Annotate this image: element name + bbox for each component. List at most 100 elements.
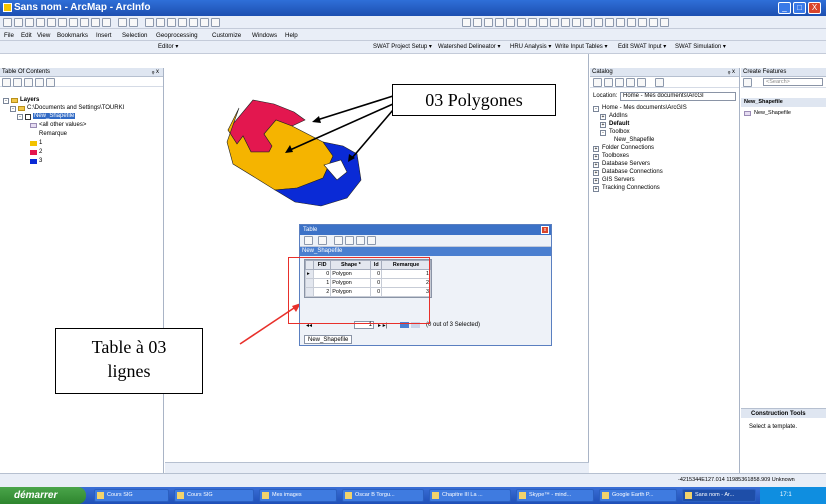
model-builder-icon[interactable] — [211, 18, 220, 27]
back-extent-icon[interactable] — [528, 18, 537, 27]
cut-icon[interactable] — [47, 18, 56, 27]
catalog-toolboxes[interactable]: Toolboxes — [602, 153, 629, 159]
switch-selection-button[interactable] — [345, 236, 354, 245]
home-collapse-toggle[interactable]: - — [593, 106, 599, 112]
layer-path[interactable]: C:\Documents and Settings\TOURKI — [27, 105, 124, 111]
select-by-attributes-button[interactable] — [334, 236, 343, 245]
gis-servers-expand-toggle[interactable]: + — [593, 178, 599, 184]
python-icon[interactable] — [200, 18, 209, 27]
toc-window-icon[interactable] — [156, 18, 165, 27]
catalog-window-icon[interactable] — [167, 18, 176, 27]
menu-geoprocessing[interactable]: Geoprocessing — [156, 32, 198, 39]
addins-expand-toggle[interactable]: + — [600, 114, 606, 120]
menu-edit[interactable]: Edit — [21, 32, 32, 39]
template-search-input[interactable]: <Search> — [763, 78, 823, 86]
find-icon[interactable] — [594, 18, 603, 27]
location-input[interactable]: Home - Mes documents\ArcGI — [620, 92, 736, 101]
menu-insert[interactable]: Insert — [96, 32, 111, 39]
catalog-tracking-connections[interactable]: Tracking Connections — [602, 185, 660, 191]
hyperlink-icon[interactable] — [616, 18, 625, 27]
task-cours-sig-1[interactable]: Cours SIG — [94, 489, 169, 502]
list-by-source-button[interactable] — [13, 78, 22, 87]
catalog-database-connections[interactable]: Database Connections — [602, 169, 663, 175]
map-scrollbar[interactable] — [165, 462, 589, 473]
measure-icon[interactable] — [605, 18, 614, 27]
paste-icon[interactable] — [69, 18, 78, 27]
html-popup-icon[interactable] — [627, 18, 636, 27]
database-connections-expand-toggle[interactable]: + — [593, 170, 599, 176]
toolboxes-expand-toggle[interactable]: + — [593, 154, 599, 160]
task-arcmap-active[interactable]: Sans nom - Ar... — [682, 489, 756, 502]
back-button[interactable] — [593, 78, 602, 87]
menu-help[interactable]: Help — [285, 32, 298, 39]
menu-customize[interactable]: Customize — [212, 32, 241, 39]
catalog-database-servers[interactable]: Database Servers — [602, 161, 650, 167]
toolbox-collapse-toggle[interactable]: - — [600, 130, 606, 136]
maximize-button[interactable]: □ — [793, 2, 806, 14]
close-button[interactable]: X — [808, 2, 821, 14]
catalog-addins[interactable]: AddIns — [609, 113, 628, 119]
related-tables-button[interactable] — [318, 236, 327, 245]
catalog-toolbox[interactable]: Toolbox — [609, 129, 630, 135]
swat-project-setup[interactable]: SWAT Project Setup ▾ — [373, 43, 432, 50]
menu-bookmarks[interactable]: Bookmarks — [57, 32, 88, 39]
minimize-button[interactable]: _ — [778, 2, 791, 14]
zoom-out-icon[interactable] — [473, 18, 482, 27]
task-skype[interactable]: Skype™ - mind... — [516, 489, 594, 502]
list-by-drawing-order-button[interactable] — [2, 78, 11, 87]
template-item[interactable]: New_Shapefile — [741, 109, 826, 119]
forward-extent-icon[interactable] — [539, 18, 548, 27]
pan-icon[interactable] — [484, 18, 493, 27]
delete-icon[interactable] — [80, 18, 89, 27]
redo-icon[interactable] — [102, 18, 111, 27]
task-chapitre[interactable]: Chapitre III La ... — [429, 489, 511, 502]
select-elements-icon[interactable] — [572, 18, 581, 27]
search-window-icon[interactable] — [178, 18, 187, 27]
catalog-pin-close[interactable]: ᵩ x — [728, 68, 735, 77]
options-button[interactable] — [46, 78, 55, 87]
home-button[interactable] — [626, 78, 635, 87]
up-level-button[interactable] — [615, 78, 624, 87]
start-button[interactable]: démarrer — [0, 487, 86, 504]
swat-hru-analysis[interactable]: HRU Analysis ▾ — [510, 43, 551, 50]
fixed-zoom-in-icon[interactable] — [506, 18, 515, 27]
task-oscar[interactable]: Oscar B Torgu... — [342, 489, 424, 502]
catalog-home[interactable]: Home - Mes documents\ArcGIS — [602, 105, 687, 111]
layers-collapse-toggle[interactable]: - — [3, 98, 9, 104]
print-icon[interactable] — [36, 18, 45, 27]
layers-label[interactable]: Layers — [20, 97, 39, 103]
tracking-connections-expand-toggle[interactable]: + — [593, 186, 599, 192]
zoom-in-icon[interactable] — [462, 18, 471, 27]
select-features-icon[interactable] — [550, 18, 559, 27]
forward-button[interactable] — [604, 78, 613, 87]
task-mes-images[interactable]: Mes images — [259, 489, 337, 502]
editor-menu[interactable]: Editor ▾ — [158, 43, 178, 50]
scale-icon[interactable] — [129, 18, 138, 27]
table-close-button[interactable]: x — [541, 226, 549, 234]
save-icon[interactable] — [25, 18, 34, 27]
new-document-icon[interactable] — [3, 18, 12, 27]
catalog-default[interactable]: Default — [609, 121, 629, 127]
table-bottom-tab[interactable]: New_Shapefile — [304, 335, 353, 344]
undo-icon[interactable] — [91, 18, 100, 27]
open-icon[interactable] — [14, 18, 23, 27]
toc-pin-close[interactable]: ᵩ x — [152, 68, 159, 77]
full-extent-icon[interactable] — [495, 18, 504, 27]
organize-templates-button[interactable] — [743, 78, 752, 87]
task-google-earth[interactable]: Google Earth P... — [599, 489, 677, 502]
clear-selection-button[interactable] — [356, 236, 365, 245]
layer-visibility-checkbox[interactable] — [25, 114, 31, 120]
identify-icon[interactable] — [583, 18, 592, 27]
go-to-xy-icon[interactable] — [649, 18, 658, 27]
database-servers-expand-toggle[interactable]: + — [593, 162, 599, 168]
layer-collapse-toggle[interactable]: - — [17, 114, 23, 120]
create-viewer-icon[interactable] — [660, 18, 669, 27]
task-cours-sig-2[interactable]: Cours SIG — [174, 489, 254, 502]
menu-selection[interactable]: Selection — [122, 32, 147, 39]
folder-connections-expand-toggle[interactable]: + — [593, 146, 599, 152]
list-by-selection-button[interactable] — [35, 78, 44, 87]
menu-view[interactable]: View — [37, 32, 50, 39]
swat-simulation[interactable]: SWAT Simulation ▾ — [675, 43, 726, 50]
layer-name-selected[interactable]: New_Shapefile — [33, 113, 76, 119]
menu-windows[interactable]: Windows — [252, 32, 277, 39]
